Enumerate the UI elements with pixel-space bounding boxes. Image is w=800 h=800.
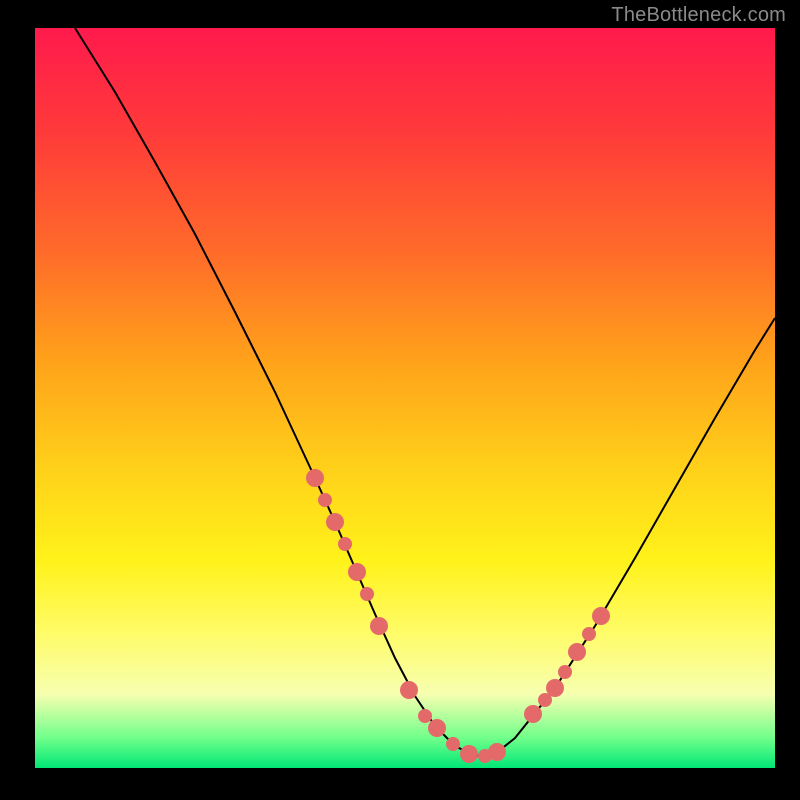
highlight-dot (558, 665, 572, 679)
highlight-dot (306, 469, 324, 487)
chart-stage: TheBottleneck.com (0, 0, 800, 800)
highlight-dot (418, 709, 432, 723)
highlight-dot (318, 493, 332, 507)
curve-layer (0, 0, 800, 800)
highlight-dot (360, 587, 374, 601)
highlight-dot (348, 563, 366, 581)
highlight-dot (488, 743, 506, 761)
highlight-bottom (400, 681, 506, 763)
highlight-dot (428, 719, 446, 737)
highlight-dot (546, 679, 564, 697)
highlight-dot (446, 737, 460, 751)
highlight-dot (370, 617, 388, 635)
highlight-dot (524, 705, 542, 723)
highlight-dot (460, 745, 478, 763)
highlight-dot (582, 627, 596, 641)
highlight-dot (568, 643, 586, 661)
highlight-dot (326, 513, 344, 531)
bottleneck-curve (75, 28, 775, 756)
highlight-dot (400, 681, 418, 699)
highlight-dot (592, 607, 610, 625)
highlight-dot (338, 537, 352, 551)
